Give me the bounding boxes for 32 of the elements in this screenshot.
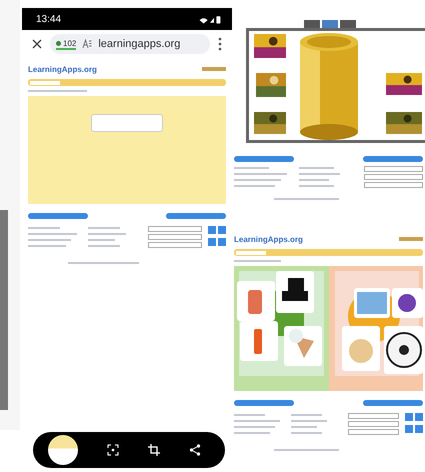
link-field[interactable] <box>348 429 399 435</box>
address-bar[interactable]: 102 learningapps.org <box>50 34 210 54</box>
action-button[interactable] <box>363 400 423 406</box>
tab-counter[interactable]: 102 <box>56 38 76 50</box>
action-button[interactable] <box>166 213 226 219</box>
link-field[interactable] <box>348 413 399 419</box>
clock: 13:44 <box>36 14 62 24</box>
menu-icon[interactable] <box>218 37 222 51</box>
search-field[interactable] <box>30 80 60 84</box>
action-button[interactable] <box>363 156 423 162</box>
logo[interactable]: LearningApps.org <box>234 234 303 244</box>
link-field[interactable] <box>148 234 202 240</box>
action-button[interactable] <box>28 213 88 219</box>
scan-icon[interactable] <box>106 444 118 456</box>
signal-icon <box>198 14 222 24</box>
share-icon[interactable] <box>188 444 200 456</box>
crop-icon[interactable] <box>148 444 160 456</box>
link-field[interactable] <box>148 242 202 248</box>
search-field[interactable] <box>236 250 266 254</box>
link-field[interactable] <box>364 166 423 172</box>
close-icon[interactable] <box>32 39 42 49</box>
action-button[interactable] <box>234 400 294 406</box>
url-text: learningapps.org <box>98 38 180 50</box>
link-field[interactable] <box>148 226 202 232</box>
screenshot-thumbnail[interactable] <box>48 435 78 465</box>
link-field[interactable] <box>364 174 423 180</box>
reader-icon[interactable] <box>82 39 92 49</box>
action-button[interactable] <box>234 156 294 162</box>
logo[interactable]: LearningApps.org <box>28 64 97 74</box>
link-field[interactable] <box>364 182 423 188</box>
answer-card[interactable] <box>91 114 163 132</box>
link-field[interactable] <box>348 421 399 427</box>
